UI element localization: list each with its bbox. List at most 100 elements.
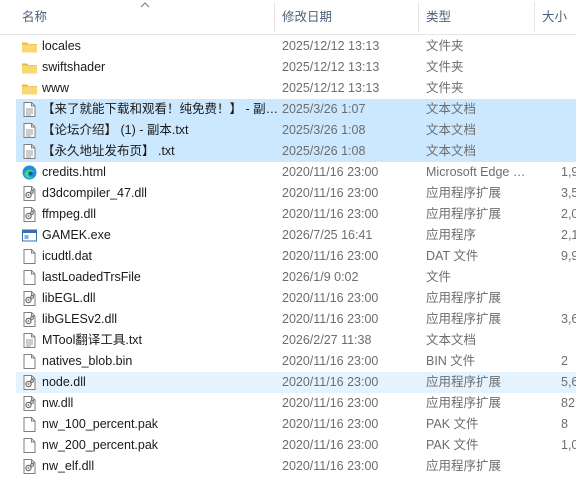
column-header-date-label: 修改日期 — [282, 10, 333, 24]
file-row[interactable]: 【论坛介绍】 (1) - 副本.txt 2025/3/26 1:08 文本文档 — [16, 120, 576, 141]
file-date-modified: 2026/1/9 0:02 — [282, 270, 359, 284]
blank-file-icon — [21, 437, 38, 454]
file-row[interactable]: MTool翻译工具.txt 2026/2/27 11:38 文本文档 — [16, 330, 576, 351]
file-row[interactable]: 【永久地址发布页】 .txt 2025/3/26 1:08 文本文档 — [16, 141, 576, 162]
file-row[interactable]: nw.dll 2020/11/16 23:00 应用程序扩展 82,4 — [16, 393, 576, 414]
file-date-modified: 2026/7/25 16:41 — [282, 228, 373, 242]
file-type: 文件夹 — [426, 81, 464, 95]
file-date-modified: 2020/11/16 23:00 — [282, 207, 379, 221]
file-row[interactable]: swiftshader 2025/12/12 13:13 文件夹 — [16, 57, 576, 78]
file-date-modified: 2020/11/16 23:00 — [282, 354, 379, 368]
file-size: 82,4 — [561, 396, 576, 410]
file-size — [561, 57, 576, 78]
file-name: www — [42, 81, 70, 95]
file-type: 应用程序扩展 — [426, 312, 502, 326]
file-row[interactable]: nw_100_percent.pak 2020/11/16 23:00 PAK 文件… — [16, 414, 576, 435]
file-type: 应用程序扩展 — [426, 291, 502, 305]
file-date-modified: 2020/11/16 23:00 — [282, 312, 379, 326]
file-row[interactable]: natives_blob.bin 2020/11/16 23:00 BIN 文件 2 — [16, 351, 576, 372]
file-name: credits.html — [42, 165, 106, 179]
file-name: ffmpeg.dll — [42, 207, 96, 221]
blank-file-icon — [21, 416, 38, 433]
text-file-icon — [21, 122, 38, 139]
file-row[interactable]: www 2025/12/12 13:13 文件夹 — [16, 78, 576, 99]
column-header-type[interactable]: 类型 — [418, 0, 534, 34]
file-name: nw.dll — [42, 396, 74, 410]
file-type: 文件夹 — [426, 39, 464, 53]
file-row[interactable]: credits.html 2020/11/16 23:00 Microsoft Ed… — [16, 162, 576, 183]
blank-file-icon — [21, 353, 38, 370]
file-row[interactable]: libEGL.dll 2020/11/16 23:00 应用程序扩展 — [16, 288, 576, 309]
edge-icon — [21, 164, 38, 181]
dll-icon — [21, 458, 38, 475]
folder-icon — [21, 38, 38, 55]
file-type: BIN 文件 — [426, 354, 476, 368]
text-file-icon — [21, 101, 38, 118]
file-row[interactable]: icudtl.dat 2020/11/16 23:00 DAT 文件 9,9 — [16, 246, 576, 267]
file-name: 【永久地址发布页】 .txt — [42, 144, 175, 158]
file-row[interactable]: locales 2025/12/12 13:13 文件夹 — [16, 36, 576, 57]
file-type: 应用程序 — [426, 228, 477, 242]
folder-icon — [21, 80, 38, 97]
dll-icon — [21, 311, 38, 328]
file-size: 5,6 — [561, 375, 576, 389]
file-date-modified: 2026/2/27 11:38 — [282, 333, 372, 347]
file-size: 2 — [561, 354, 568, 368]
file-type: PAK 文件 — [426, 438, 479, 452]
file-type: 文本文档 — [426, 144, 477, 158]
file-size: 3,6 — [561, 312, 576, 326]
file-size: 2,1 — [561, 228, 576, 242]
file-name: GAMEK.exe — [42, 228, 111, 242]
file-type: 应用程序扩展 — [426, 207, 502, 221]
file-type: 文件夹 — [426, 60, 464, 74]
file-row[interactable]: node.dll 2020/11/16 23:00 应用程序扩展 5,6 — [16, 372, 576, 393]
file-row[interactable]: GAMEK.exe 2026/7/25 16:41 应用程序 2,1 — [16, 225, 576, 246]
file-date-modified: 2025/3/26 1:08 — [282, 123, 366, 137]
file-date-modified: 2025/12/12 13:13 — [282, 60, 380, 74]
file-row[interactable]: d3dcompiler_47.dll 2020/11/16 23:00 应用程序扩展… — [16, 183, 576, 204]
file-date-modified: 2025/12/12 13:13 — [282, 39, 380, 53]
file-date-modified: 2025/3/26 1:08 — [282, 144, 366, 158]
file-name: 【来了就能下载和观看！纯免费！】 - 副… — [42, 102, 279, 116]
file-row[interactable]: nw_200_percent.pak 2020/11/16 23:00 PAK 文件… — [16, 435, 576, 456]
file-size: 3,5 — [561, 186, 576, 200]
file-name: swiftshader — [42, 60, 106, 74]
file-row[interactable]: nw_elf.dll 2020/11/16 23:00 应用程序扩展 — [16, 456, 576, 477]
file-date-modified: 2025/3/26 1:07 — [282, 102, 366, 116]
text-file-icon — [21, 143, 38, 160]
file-size — [561, 120, 576, 141]
file-type: 文本文档 — [426, 333, 477, 347]
folder-icon — [21, 59, 38, 76]
file-size — [561, 78, 576, 99]
file-row[interactable]: 【来了就能下载和观看！纯免费！】 - 副… 2025/3/26 1:07 文本文档 — [16, 99, 576, 120]
column-header-date[interactable]: 修改日期 — [274, 0, 418, 34]
file-row[interactable]: lastLoadedTrsFile 2026/1/9 0:02 文件 — [16, 267, 576, 288]
file-date-modified: 2025/12/12 13:13 — [282, 81, 380, 95]
file-type: 应用程序扩展 — [426, 396, 502, 410]
file-type: PAK 文件 — [426, 417, 479, 431]
file-type: 文本文档 — [426, 102, 477, 116]
blank-file-icon — [21, 269, 38, 286]
file-size — [561, 36, 576, 57]
sort-ascending-icon — [140, 1, 150, 12]
column-header-name-label: 名称 — [22, 10, 48, 24]
file-size: 1,9 — [561, 165, 576, 179]
exe-icon — [21, 227, 38, 244]
file-size: 1,0 — [561, 438, 576, 452]
file-date-modified: 2020/11/16 23:00 — [282, 438, 379, 452]
file-size — [561, 99, 576, 120]
dll-icon — [21, 374, 38, 391]
file-row[interactable]: ffmpeg.dll 2020/11/16 23:00 应用程序扩展 2,0 — [16, 204, 576, 225]
file-size — [561, 141, 576, 162]
file-row[interactable]: libGLESv2.dll 2020/11/16 23:00 应用程序扩展 3,6 — [16, 309, 576, 330]
file-size — [561, 330, 576, 351]
column-header-size[interactable]: 大小 — [534, 0, 576, 34]
file-name: libGLESv2.dll — [42, 312, 118, 326]
file-type: 文本文档 — [426, 123, 477, 137]
dll-icon — [21, 185, 38, 202]
dll-icon — [21, 290, 38, 307]
column-header-bar: 名称 修改日期 类型 大小 — [0, 0, 576, 35]
dll-icon — [21, 206, 38, 223]
column-header-type-label: 类型 — [426, 10, 452, 24]
file-type: 应用程序扩展 — [426, 459, 502, 473]
